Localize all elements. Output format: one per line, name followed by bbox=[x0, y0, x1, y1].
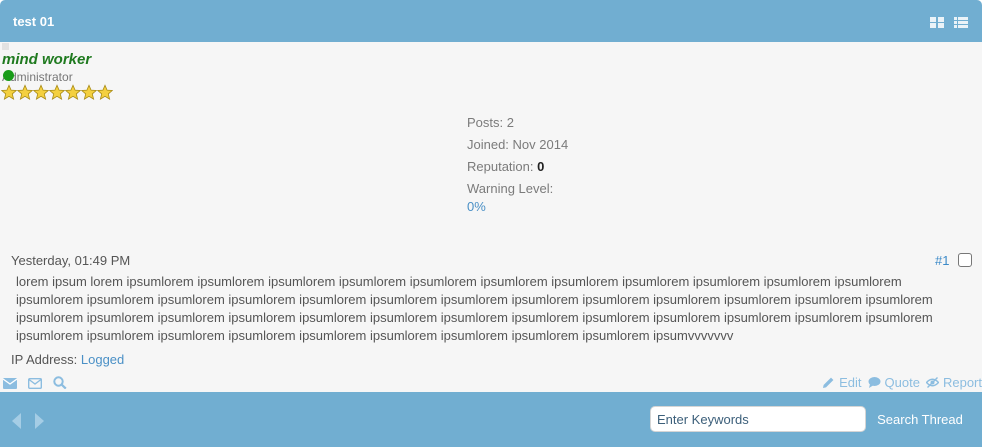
envelope-icon[interactable] bbox=[27, 376, 43, 390]
ip-address: IP Address: Logged bbox=[11, 352, 125, 367]
warning-level-link[interactable]: 0% bbox=[467, 199, 486, 214]
avatar bbox=[2, 43, 9, 50]
post-author-tools bbox=[2, 376, 67, 390]
joined-stat: Joined: Nov 2014 bbox=[467, 137, 569, 152]
posts-count: 2 bbox=[506, 115, 514, 130]
thread-view: test 01 mind worker Administrator Posts:… bbox=[0, 0, 982, 447]
star-icon bbox=[33, 84, 49, 100]
search-thread-input[interactable] bbox=[650, 406, 866, 432]
post-body: lorem ipsum lorem ipsumlorem ipsumlorem … bbox=[16, 274, 933, 343]
report-button[interactable]: Report bbox=[925, 375, 982, 390]
online-status-icon bbox=[3, 70, 14, 81]
email-icon[interactable] bbox=[2, 376, 18, 389]
chevron-right-icon[interactable] bbox=[34, 413, 44, 429]
search-icon[interactable] bbox=[53, 376, 67, 390]
user-rank-stars bbox=[1, 84, 113, 102]
post-action-tools: Edit Quote Report bbox=[822, 375, 982, 390]
star-icon bbox=[97, 84, 113, 100]
list-view-icon[interactable] bbox=[954, 15, 968, 28]
quote-button[interactable]: Quote bbox=[868, 375, 920, 390]
search-thread-button[interactable]: Search Thread bbox=[869, 406, 971, 432]
star-icon bbox=[1, 84, 17, 100]
speech-bubble-icon bbox=[868, 377, 881, 388]
star-icon bbox=[81, 84, 97, 100]
reputation-stat: Reputation: 0 bbox=[467, 159, 545, 174]
joined-date: Nov 2014 bbox=[512, 137, 569, 152]
star-icon bbox=[49, 84, 65, 100]
thread-title: test 01 bbox=[13, 14, 55, 29]
post-permalink[interactable]: #1 bbox=[935, 253, 949, 268]
eye-slash-icon bbox=[925, 377, 939, 388]
posts-stat: Posts: 2 bbox=[467, 115, 514, 130]
username-link[interactable]: mind worker bbox=[2, 51, 91, 68]
thread-header: test 01 bbox=[0, 0, 982, 42]
star-icon bbox=[17, 84, 33, 100]
ip-logged-link[interactable]: Logged bbox=[81, 352, 124, 367]
edit-button[interactable]: Edit bbox=[822, 375, 862, 390]
post-select-checkbox[interactable] bbox=[958, 253, 972, 267]
pencil-icon bbox=[823, 377, 834, 388]
chevron-left-icon[interactable] bbox=[12, 413, 22, 429]
grid-view-icon[interactable] bbox=[930, 15, 944, 28]
user-stats: Posts: 2 Joined: Nov 2014 Reputation: 0 … bbox=[467, 114, 577, 220]
star-icon bbox=[65, 84, 81, 100]
warning-stat: Warning Level: 0% bbox=[467, 181, 554, 214]
reputation-value: 0 bbox=[537, 159, 545, 174]
post-date: Yesterday, 01:49 PM bbox=[11, 253, 131, 268]
